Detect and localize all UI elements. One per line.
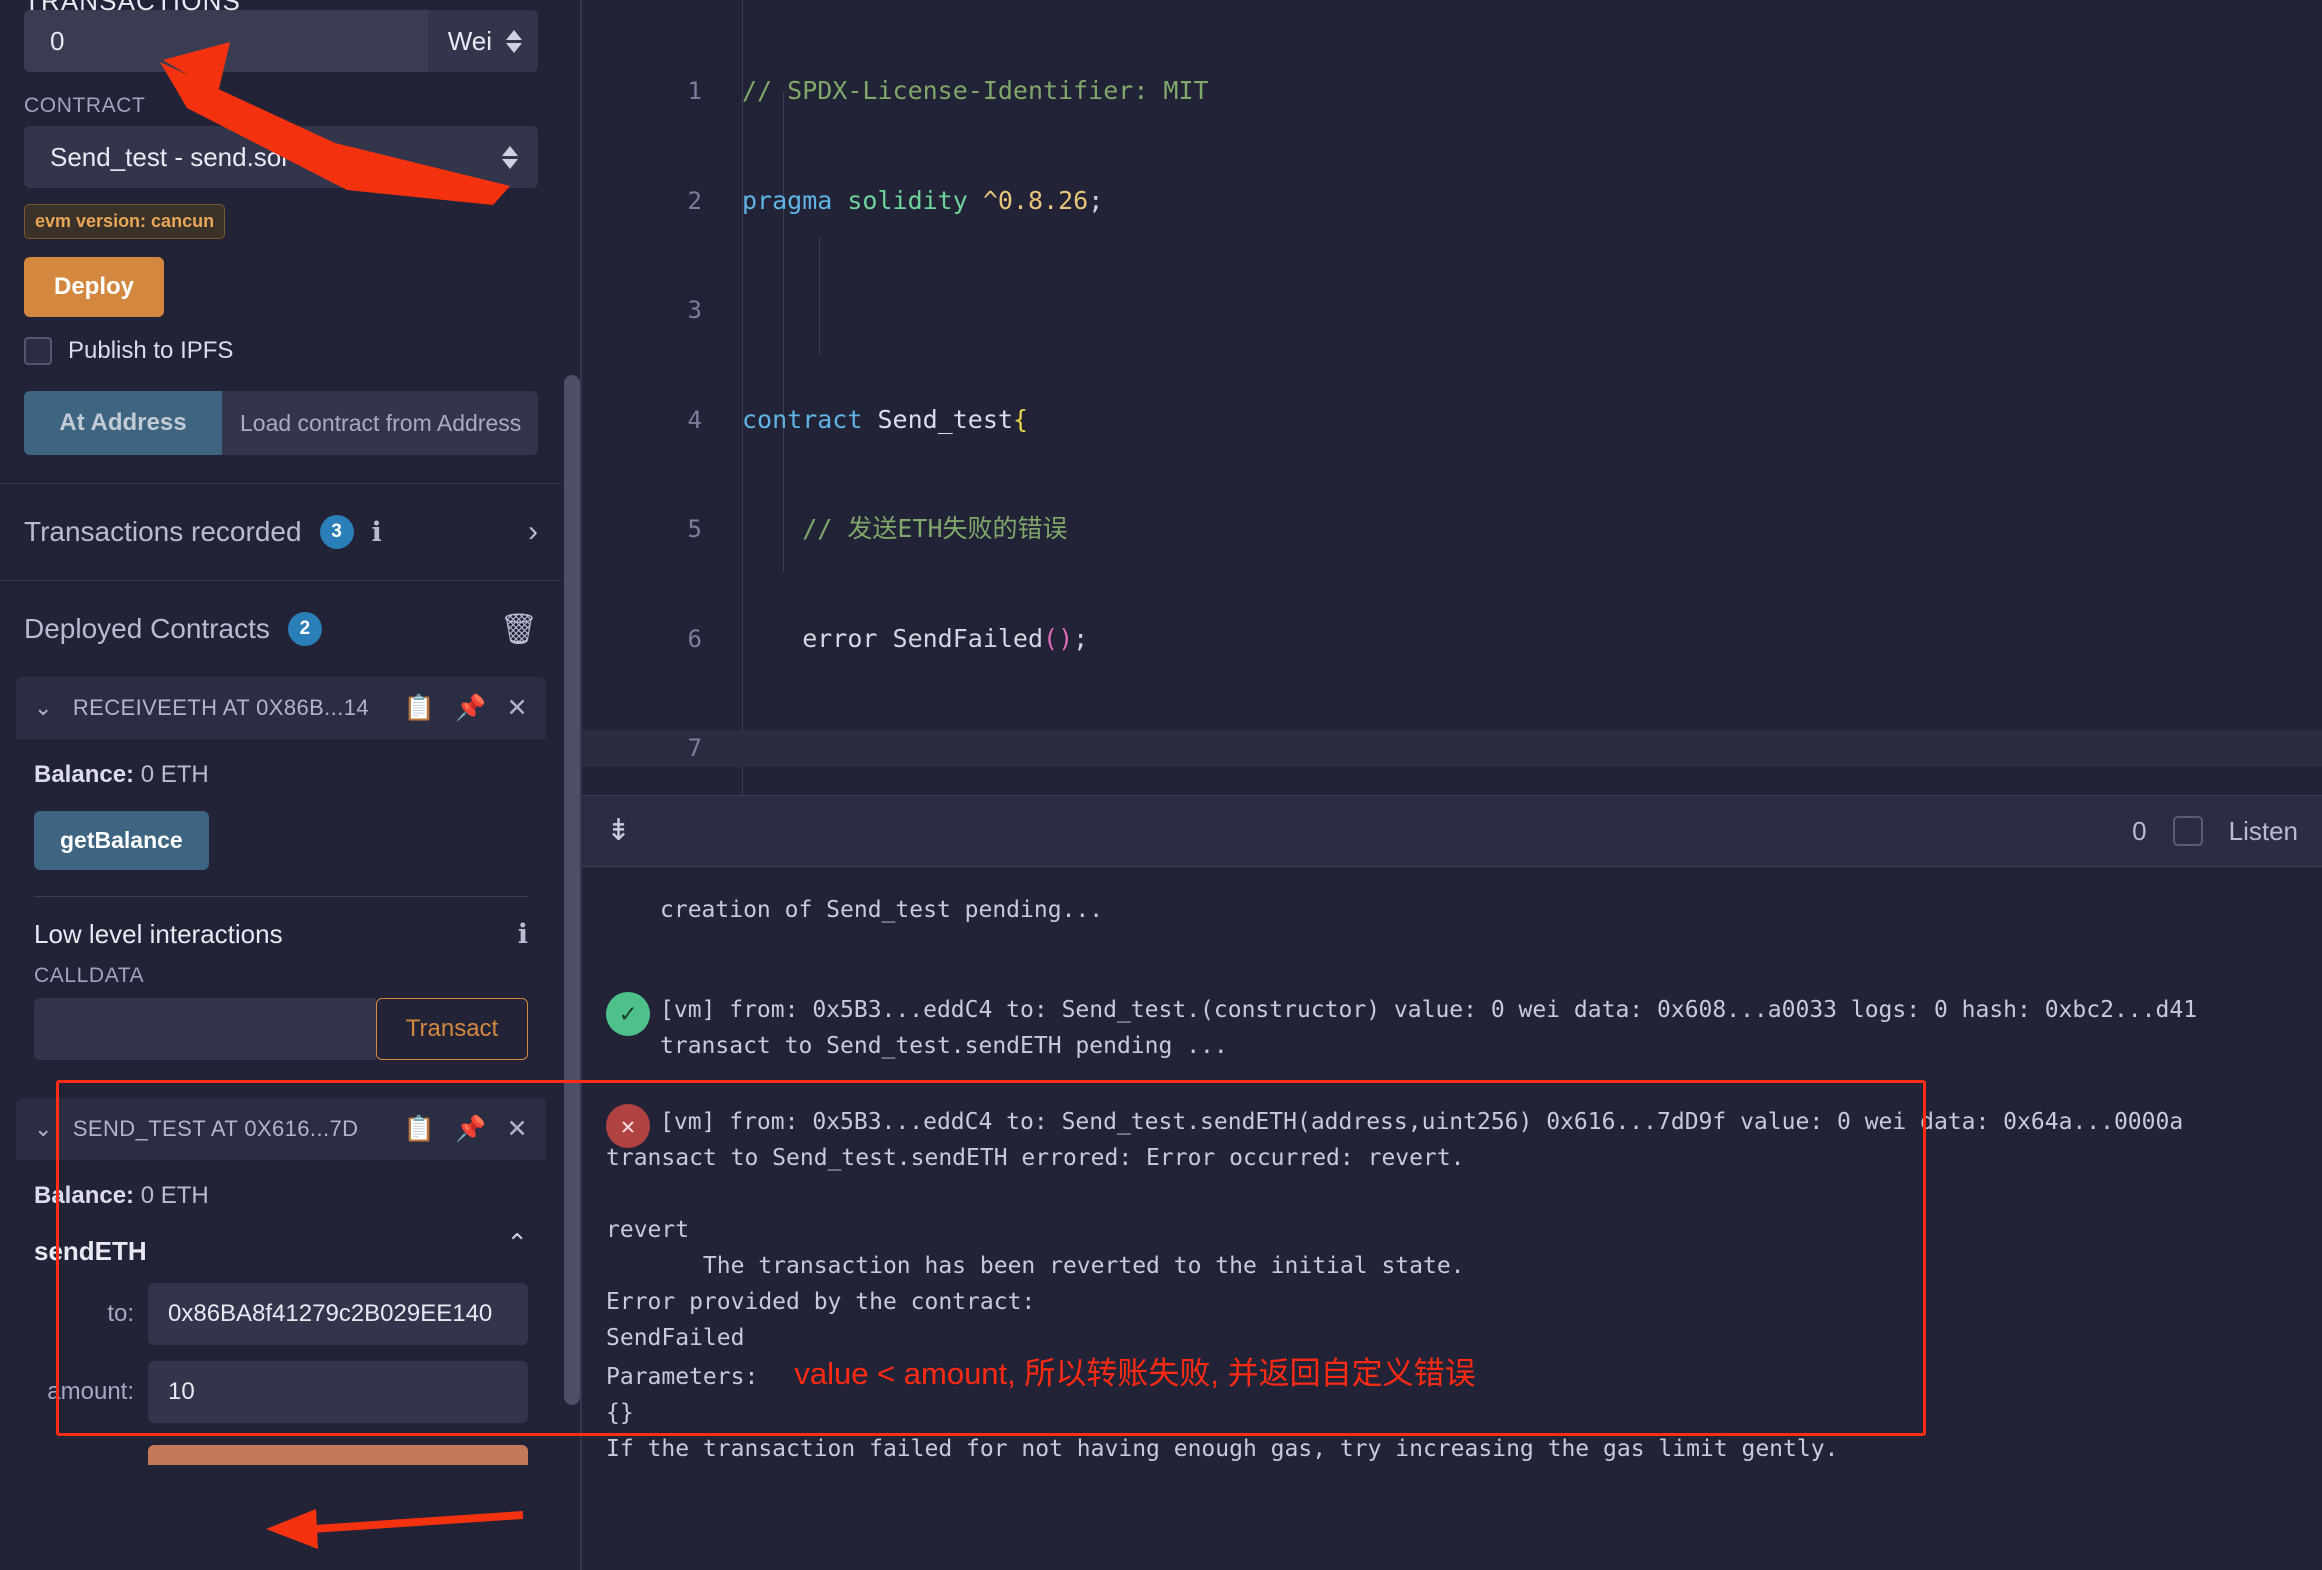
pin-icon[interactable]: 📌 — [455, 694, 487, 723]
publish-ipfs-row[interactable]: Publish to IPFS — [24, 337, 538, 365]
line-number: 3 — [687, 296, 702, 324]
contract-card-title: RECEIVEETH AT 0X86B...14 — [72, 695, 369, 720]
transactions-recorded-count: 3 — [319, 515, 354, 549]
balance-value: 0 ETH — [140, 761, 209, 788]
info-icon[interactable]: ℹ — [372, 517, 382, 548]
transact-button-partial[interactable] — [148, 1445, 528, 1465]
contract-label: CONTRACT — [24, 94, 146, 117]
chevron-down-icon[interactable]: ⌄ — [34, 1116, 53, 1142]
at-address-button[interactable]: At Address — [24, 391, 222, 455]
line-number: 6 — [687, 624, 702, 653]
contract-card-header[interactable]: ⌄ RECEIVEETH AT 0X86B...14 📋 📌 ✕ — [16, 677, 546, 739]
transactions-heading: TRANSACTIONS — [24, 0, 241, 16]
line-number: 2 — [687, 186, 702, 215]
deployed-contracts-row: Deployed Contracts 2 🗑 — [0, 581, 562, 677]
evm-version-badge: evm version: cancun — [24, 204, 226, 239]
code-lines[interactable]: 1// SPDX-License-Identifier: MIT 2 pragma… — [582, 0, 2322, 795]
remix-ide-window: TRANSACTIONS 0 Wei CONTRACT Send_test - … — [0, 0, 2322, 1570]
success-icon: ✓ — [606, 992, 650, 1036]
contract-balance: Balance: 0 ETH — [34, 761, 528, 789]
listen-checkbox[interactable] — [2172, 816, 2203, 846]
transactions-recorded-row[interactable]: Transactions recorded 3 ℹ › — [0, 484, 562, 580]
deployed-contracts-label: Deployed Contracts — [24, 613, 270, 644]
code-line: 7 — [582, 730, 2322, 767]
line-number: 4 — [687, 405, 702, 434]
terminal-line: transact to Send_test.sendETH pending ..… — [660, 1033, 1228, 1059]
publish-ipfs-checkbox[interactable] — [24, 337, 52, 365]
chevron-right-icon[interactable]: › — [528, 515, 538, 549]
value-input[interactable]: 0 — [24, 10, 428, 72]
at-address-input[interactable]: Load contract from Address — [222, 391, 538, 455]
deployed-contract-card: ⌄ RECEIVEETH AT 0X86B...14 📋 📌 ✕ Balance… — [16, 677, 546, 1070]
terminal-counter: 0 — [2132, 815, 2147, 846]
publish-ipfs-label: Publish to IPFS — [68, 337, 234, 364]
spinner-icon[interactable] — [506, 29, 522, 53]
code-line: 5 // 发送ETH失败的错误 — [582, 511, 2322, 548]
code-line: 6 error SendFailed(); — [582, 621, 2322, 658]
deploy-button[interactable]: Deploy — [24, 257, 165, 317]
line-number: 5 — [687, 515, 702, 543]
error-highlight-box — [56, 1080, 1926, 1436]
trash-icon[interactable]: 🗑 — [500, 612, 538, 647]
value-unit-label: Wei — [447, 25, 492, 56]
contract-select-value: Send_test - send.sol — [50, 141, 288, 172]
code-line: 1// SPDX-License-Identifier: MIT — [582, 73, 2322, 110]
terminal-line: If the transaction failed for not having… — [606, 1436, 1839, 1462]
terminal-line: creation of Send_test pending... — [660, 897, 1104, 923]
calldata-input[interactable] — [34, 998, 376, 1060]
low-level-interactions-row: Low level interactions ℹ — [34, 919, 528, 950]
listen-label: Listen — [2228, 815, 2298, 846]
calldata-label: CALLDATA — [34, 964, 145, 987]
low-level-title: Low level interactions — [34, 919, 283, 949]
chevron-updown-icon[interactable] — [502, 145, 518, 169]
info-icon[interactable]: ℹ — [518, 919, 528, 950]
terminal-line[interactable]: [vm] from: 0x5B3...eddC4 to: Send_test.(… — [582, 992, 2322, 1028]
deployed-contracts-count: 2 — [287, 612, 322, 646]
value-field-row[interactable]: 0 Wei — [24, 10, 538, 72]
copy-icon[interactable]: 📋 — [404, 694, 436, 723]
line-number: 1 — [687, 77, 702, 105]
calldata-row: Transact — [34, 998, 528, 1060]
value-unit-select[interactable]: Wei — [427, 10, 538, 72]
chevron-down-icon[interactable]: ⌄ — [34, 695, 53, 721]
terminal-toolbar: ⇟ 0 Listen — [582, 795, 2322, 867]
code-line: 4 contract Send_test{ — [582, 402, 2322, 439]
code-line: 2 pragma solidity ^0.8.26; — [582, 183, 2322, 220]
balance-label: Balance: — [34, 761, 135, 788]
code-line: 3 — [582, 292, 2322, 329]
at-address-row[interactable]: At Address Load contract from Address — [24, 391, 538, 455]
getbalance-button[interactable]: getBalance — [34, 811, 209, 870]
contract-select[interactable]: Send_test - send.sol — [24, 126, 538, 188]
transactions-recorded-label: Transactions recorded — [24, 516, 302, 547]
code-editor[interactable]: 1// SPDX-License-Identifier: MIT 2 pragma… — [582, 0, 2322, 795]
transact-button[interactable]: Transact — [376, 998, 528, 1060]
close-icon[interactable]: ✕ — [507, 693, 528, 723]
divider — [34, 896, 528, 897]
chevron-double-down-icon[interactable]: ⇟ — [606, 816, 631, 846]
line-number: 7 — [687, 734, 702, 762]
